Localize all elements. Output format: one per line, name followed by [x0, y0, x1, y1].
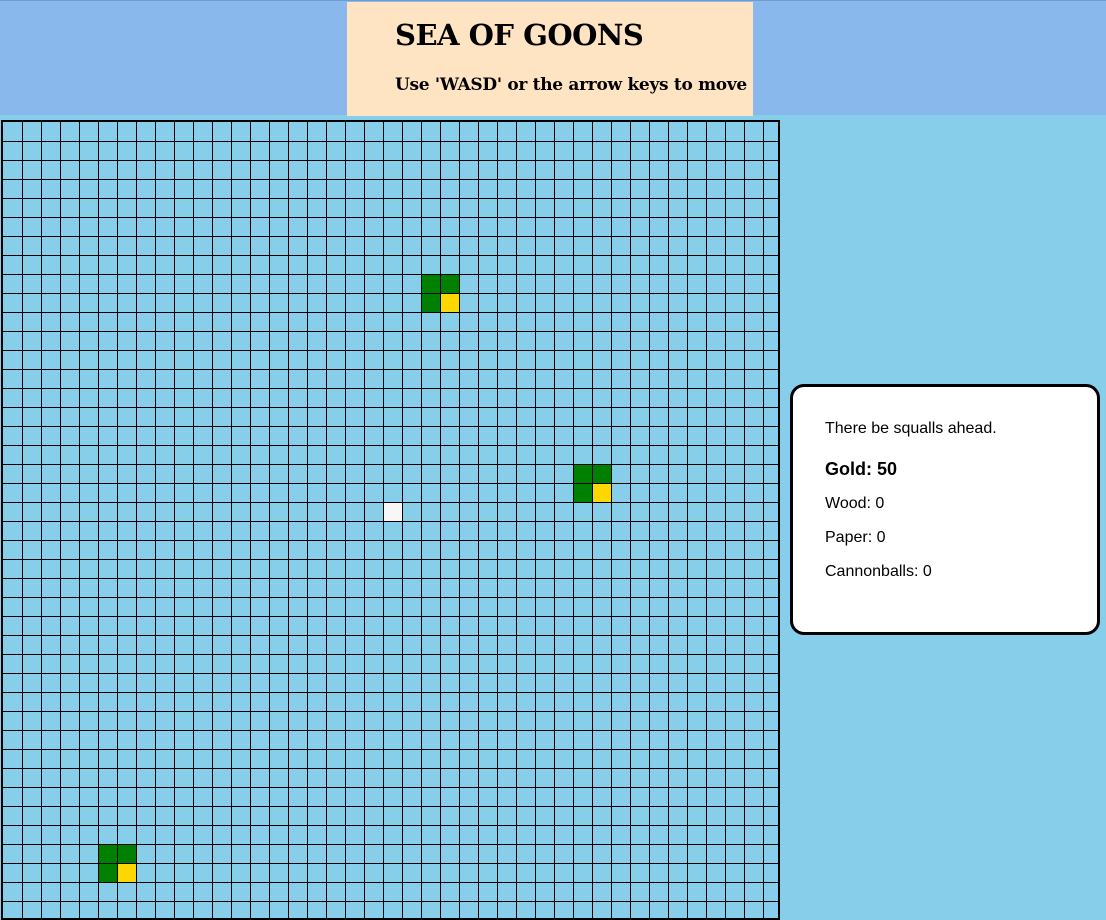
- gold-count: Gold: 50: [825, 459, 898, 479]
- sea-grid[interactable]: [3, 122, 780, 920]
- game-board[interactable]: [1, 120, 780, 920]
- player-ship: [383, 502, 402, 521]
- controls-instructions: Use 'WASD' or the arrow keys to move: [395, 75, 747, 95]
- paper-count: Paper: 0: [825, 529, 886, 546]
- treasure-tile: [592, 483, 611, 502]
- treasure-tile: [440, 293, 459, 312]
- treasure-tile: [117, 863, 136, 882]
- header-bar: SEA OF GOONS Use 'WASD' or the arrow key…: [0, 0, 1106, 116]
- cannonballs-count: Cannonballs: 0: [825, 563, 932, 580]
- game-title: SEA OF GOONS: [395, 18, 644, 52]
- title-box: SEA OF GOONS Use 'WASD' or the arrow key…: [347, 2, 753, 116]
- status-panel: There be squalls ahead. Gold: 50 Wood: 0…: [790, 384, 1100, 635]
- status-message: There be squalls ahead.: [825, 420, 997, 437]
- wood-count: Wood: 0: [825, 495, 885, 512]
